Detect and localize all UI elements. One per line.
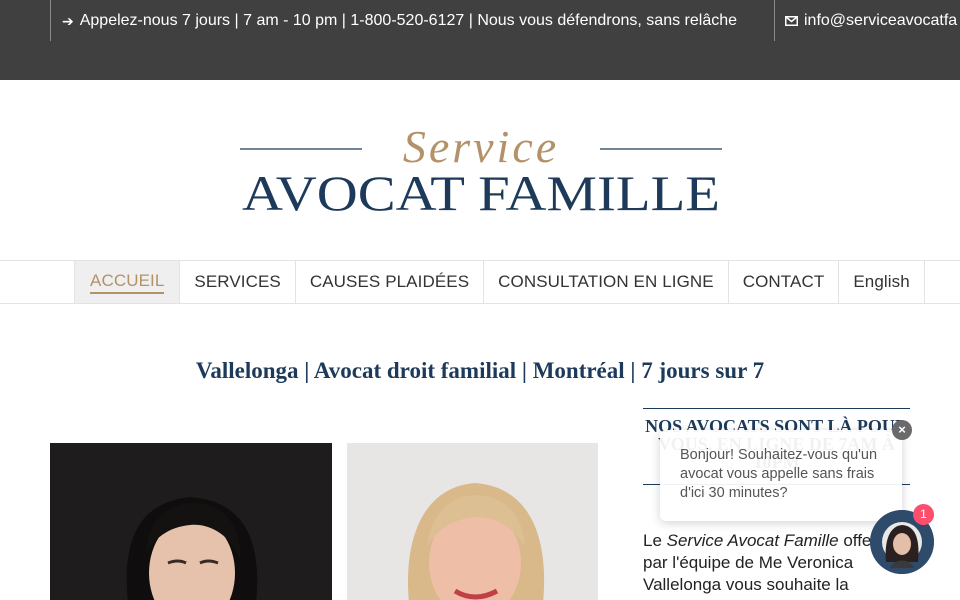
nav-item-consultation-en-ligne[interactable]: CONSULTATION EN LIGNE bbox=[484, 261, 729, 303]
nav-item-english[interactable]: English bbox=[839, 261, 925, 303]
sidebar-intro-text: Le Service Avocat Famille offert par l'é… bbox=[643, 531, 882, 594]
email-text: info@serviceavocatfa bbox=[804, 11, 958, 29]
nav-item-contact[interactable]: CONTACT bbox=[729, 261, 840, 303]
nav-item-causes-plaidees[interactable]: CAUSES PLAIDÉES bbox=[296, 261, 485, 303]
chat-notification-badge: 1 bbox=[913, 504, 934, 525]
chat-message-bubble[interactable]: Bonjour! Souhaitez-vous qu'un avocat vou… bbox=[660, 430, 902, 521]
main-navigation: ACCUEIL SERVICES CAUSES PLAIDÉES CONSULT… bbox=[0, 260, 960, 304]
nav-item-accueil[interactable]: ACCUEIL bbox=[74, 261, 181, 303]
phone-text: Appelez-nous 7 jours | 7 am - 10 pm | 1-… bbox=[79, 11, 738, 29]
arrow-right-icon: ➔ bbox=[62, 12, 74, 29]
envelope-icon bbox=[785, 14, 798, 28]
logo-wordmark: AVOCAT FAMILLE bbox=[242, 165, 720, 218]
phone-info[interactable]: ➔ Appelez-nous 7 jours | 7 am - 10 pm | … bbox=[50, 0, 775, 41]
top-contact-bar: ➔ Appelez-nous 7 jours | 7 am - 10 pm | … bbox=[0, 0, 960, 80]
service-name: Service Avocat Famille bbox=[666, 531, 839, 550]
nav-item-services[interactable]: SERVICES bbox=[180, 261, 296, 303]
chat-close-icon[interactable]: × bbox=[892, 420, 912, 440]
page-title: Vallelonga | Avocat droit familial | Mon… bbox=[195, 358, 765, 383]
email-link[interactable]: info@serviceavocatfa bbox=[775, 0, 957, 41]
lawyer-photo-2 bbox=[347, 443, 598, 600]
site-logo[interactable]: Service AVOCAT FAMILLE bbox=[238, 112, 724, 218]
lawyer-photo-1 bbox=[50, 443, 332, 600]
chat-message-text: Bonjour! Souhaitez-vous qu'un avocat vou… bbox=[680, 447, 878, 501]
